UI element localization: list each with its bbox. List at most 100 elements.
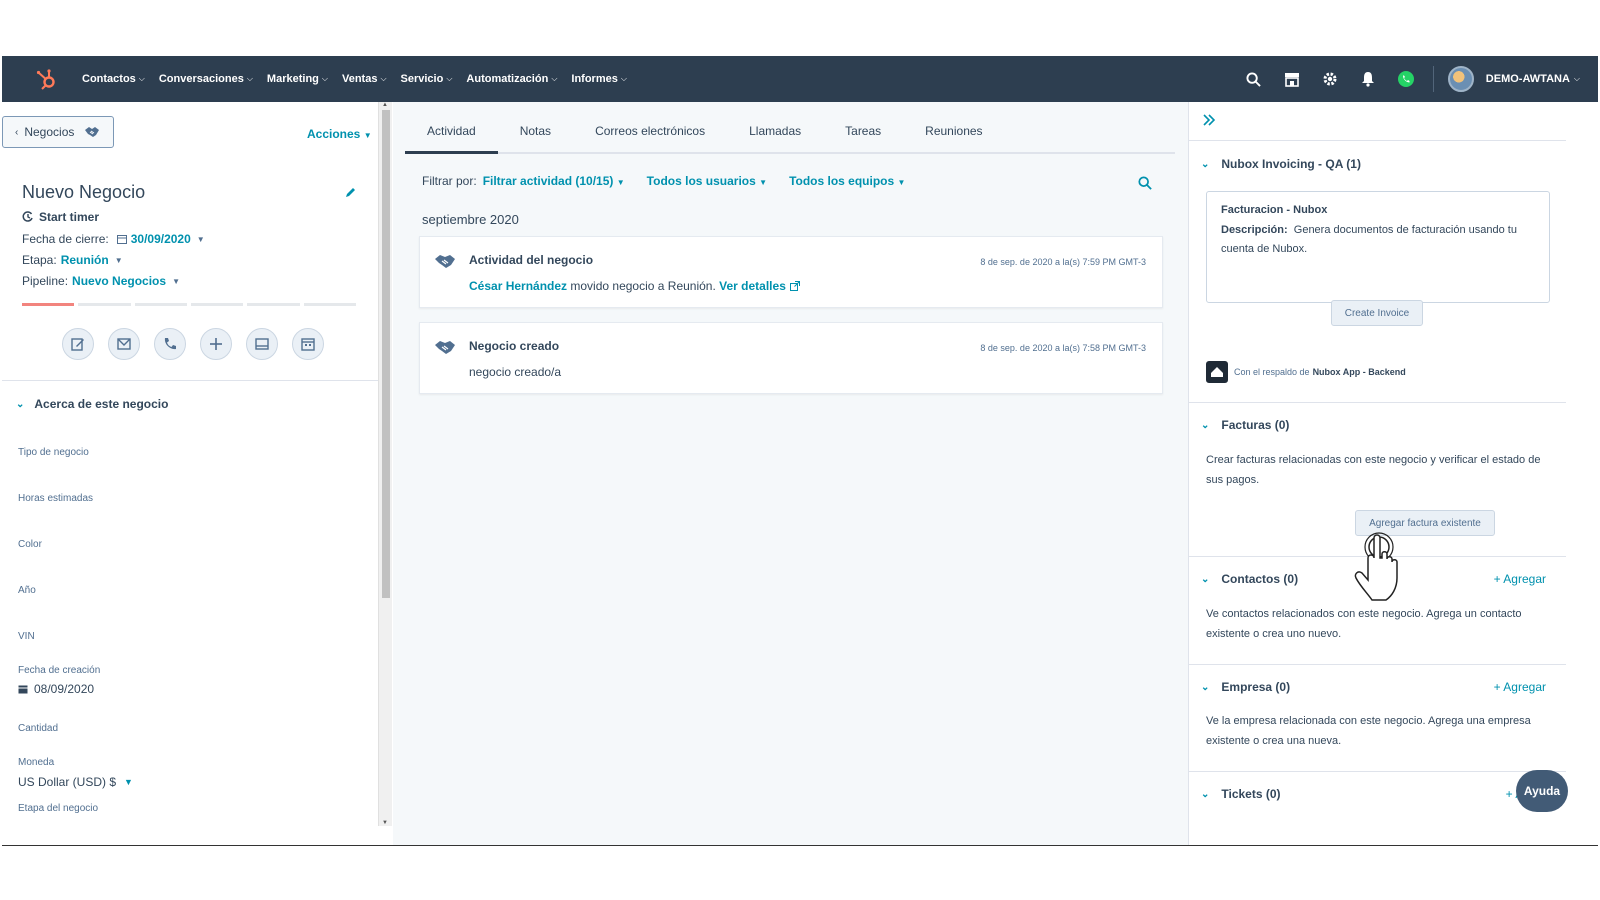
- search-icon[interactable]: [1245, 70, 1263, 88]
- nav-automatizacion[interactable]: Automatización ⌵: [466, 73, 557, 85]
- notifications-bell-icon[interactable]: [1359, 70, 1377, 88]
- about-section-toggle[interactable]: ⌄ Acerca de este negocio: [16, 397, 168, 411]
- email-icon: [117, 338, 131, 350]
- nubox-section-toggle[interactable]: ⌄ Nubox Invoicing - QA (1): [1201, 157, 1361, 171]
- associations-sidebar: ⌄ Nubox Invoicing - QA (1) Facturacion - …: [1188, 102, 1566, 845]
- facturas-section-toggle[interactable]: ⌄ Facturas (0): [1201, 418, 1289, 432]
- tab-correos[interactable]: Correos electrónicos: [573, 124, 727, 152]
- pipeline-value[interactable]: Nuevo Negocios: [72, 274, 166, 288]
- help-button[interactable]: Ayuda: [1516, 770, 1568, 812]
- nubox-invoice-card: Facturacion - Nubox Descripción: Genera …: [1206, 191, 1550, 303]
- tab-tareas[interactable]: Tareas: [823, 124, 903, 152]
- caret-down-icon: ▼: [124, 777, 133, 787]
- nav-marketing[interactable]: Marketing ⌵: [267, 73, 328, 85]
- caret-down-icon[interactable]: ▼: [115, 256, 123, 265]
- marketplace-icon[interactable]: [1283, 70, 1301, 88]
- settings-gear-icon[interactable]: [1321, 70, 1339, 88]
- pipeline-step: [22, 303, 75, 306]
- view-details-link[interactable]: Ver detalles: [719, 279, 786, 293]
- tickets-section-toggle[interactable]: ⌄ Tickets (0): [1201, 787, 1281, 801]
- log-activity-button[interactable]: [246, 328, 278, 360]
- whatsapp-icon[interactable]: [1397, 70, 1415, 88]
- field-estimated-hours[interactable]: Horas estimadas: [18, 493, 93, 504]
- divider: [2, 380, 378, 381]
- user-link[interactable]: César Hernández: [469, 279, 567, 293]
- scroll-down-arrow[interactable]: ▼: [382, 820, 388, 826]
- back-to-deals-button[interactable]: ‹ Negocios: [2, 116, 114, 148]
- chevron-down-icon: ⌵: [321, 74, 328, 83]
- pipeline-step: [134, 303, 187, 306]
- activity-timeline: Actividad Notas Correos electrónicos Lla…: [393, 102, 1188, 845]
- tab-notas[interactable]: Notas: [498, 124, 573, 152]
- actions-dropdown[interactable]: Acciones ▼: [307, 127, 372, 141]
- chevron-down-icon: ⌄: [16, 398, 25, 410]
- external-link-icon[interactable]: [789, 281, 800, 291]
- field-color[interactable]: Color: [18, 539, 42, 550]
- currency-select[interactable]: US Dollar (USD) $ ▼: [18, 775, 133, 789]
- nav-contactos[interactable]: Contactos ⌵: [82, 73, 145, 85]
- user-avatar[interactable]: [1447, 66, 1474, 92]
- timeline-tabs: Actividad Notas Correos electrónicos Lla…: [405, 102, 1175, 154]
- caret-down-icon[interactable]: ▼: [172, 277, 180, 286]
- empresa-section-toggle[interactable]: ⌄ Empresa (0): [1201, 680, 1290, 694]
- nav-servicio[interactable]: Servicio ⌵: [401, 73, 453, 85]
- window-icon: [255, 338, 269, 350]
- add-button[interactable]: [200, 328, 232, 360]
- field-created-value[interactable]: 08/09/2020: [18, 682, 94, 696]
- double-chevron-right-icon[interactable]: [1201, 112, 1217, 128]
- activity-card[interactable]: Actividad del negocio 8 de sep. de 2020 …: [419, 236, 1163, 308]
- note-button[interactable]: [62, 328, 94, 360]
- tab-actividad[interactable]: Actividad: [405, 124, 498, 154]
- divider: [1189, 402, 1566, 403]
- invoice-card-title: Facturacion - Nubox: [1221, 204, 1328, 216]
- divider: [1189, 771, 1566, 772]
- caret-down-icon: ▼: [759, 178, 768, 187]
- tab-reuniones[interactable]: Reuniones: [903, 124, 1004, 152]
- pipeline-row: Pipeline: Nuevo Negocios ▼: [22, 274, 180, 288]
- edit-pencil-icon[interactable]: [345, 186, 357, 198]
- call-button[interactable]: [154, 328, 186, 360]
- filter-activity-dropdown[interactable]: Filtrar actividad (10/15) ▼: [483, 174, 625, 188]
- field-year[interactable]: Año: [18, 585, 36, 596]
- hubspot-logo[interactable]: [34, 67, 58, 91]
- field-deal-stage-label: Etapa del negocio: [18, 803, 99, 814]
- scroll-up-arrow[interactable]: ▲: [382, 102, 388, 108]
- close-date-value[interactable]: 30/09/2020: [131, 232, 191, 246]
- stage-value[interactable]: Reunión: [61, 253, 109, 267]
- note-icon: [71, 338, 84, 351]
- activity-card[interactable]: Negocio creado 8 de sep. de 2020 a la(s)…: [419, 322, 1163, 394]
- plus-icon: [210, 338, 222, 350]
- nav-ventas[interactable]: Ventas ⌵: [342, 73, 387, 85]
- field-deal-type[interactable]: Tipo de negocio: [18, 447, 89, 458]
- field-amount[interactable]: Cantidad: [18, 723, 58, 734]
- chevron-down-icon: ⌄: [1201, 788, 1210, 800]
- field-created-label: Fecha de creación: [18, 665, 101, 676]
- caret-down-icon[interactable]: ▼: [197, 235, 205, 244]
- search-icon[interactable]: [1138, 176, 1152, 190]
- left-scrollbar[interactable]: ▲ ▼: [378, 102, 392, 826]
- chevron-down-icon: ⌵: [620, 74, 627, 83]
- tab-llamadas[interactable]: Llamadas: [727, 124, 823, 152]
- empresa-description: Ve la empresa relacionada con este negoc…: [1206, 715, 1531, 747]
- handshake-icon: [435, 255, 455, 268]
- pipeline-step: [303, 303, 356, 306]
- nav-conversaciones[interactable]: Conversaciones ⌵: [159, 73, 253, 85]
- caret-down-icon: ▼: [616, 178, 625, 187]
- filter-users-dropdown[interactable]: Todos los usuarios ▼: [647, 174, 767, 188]
- backed-by-label: Con el respaldo de Nubox App - Backend: [1206, 361, 1406, 383]
- field-vin[interactable]: VIN: [18, 631, 35, 642]
- pipeline-step: [78, 303, 131, 306]
- start-timer-button[interactable]: Start timer: [22, 210, 99, 224]
- contactos-section-toggle[interactable]: ⌄ Contactos (0): [1201, 572, 1298, 586]
- scrollbar-thumb[interactable]: [382, 110, 390, 598]
- account-menu[interactable]: DEMO-AWTANA ⌵: [1486, 73, 1580, 85]
- add-company-link[interactable]: + Agregar: [1494, 680, 1546, 694]
- phone-icon: [164, 338, 176, 350]
- filter-teams-dropdown[interactable]: Todos los equipos ▼: [789, 174, 905, 188]
- add-contact-link[interactable]: + Agregar: [1494, 572, 1546, 586]
- create-invoice-button[interactable]: Create Invoice: [1331, 300, 1423, 326]
- meeting-button[interactable]: [292, 328, 324, 360]
- email-button[interactable]: [108, 328, 140, 360]
- chevron-down-icon: ⌵: [138, 74, 145, 83]
- nav-informes[interactable]: Informes ⌵: [571, 73, 627, 85]
